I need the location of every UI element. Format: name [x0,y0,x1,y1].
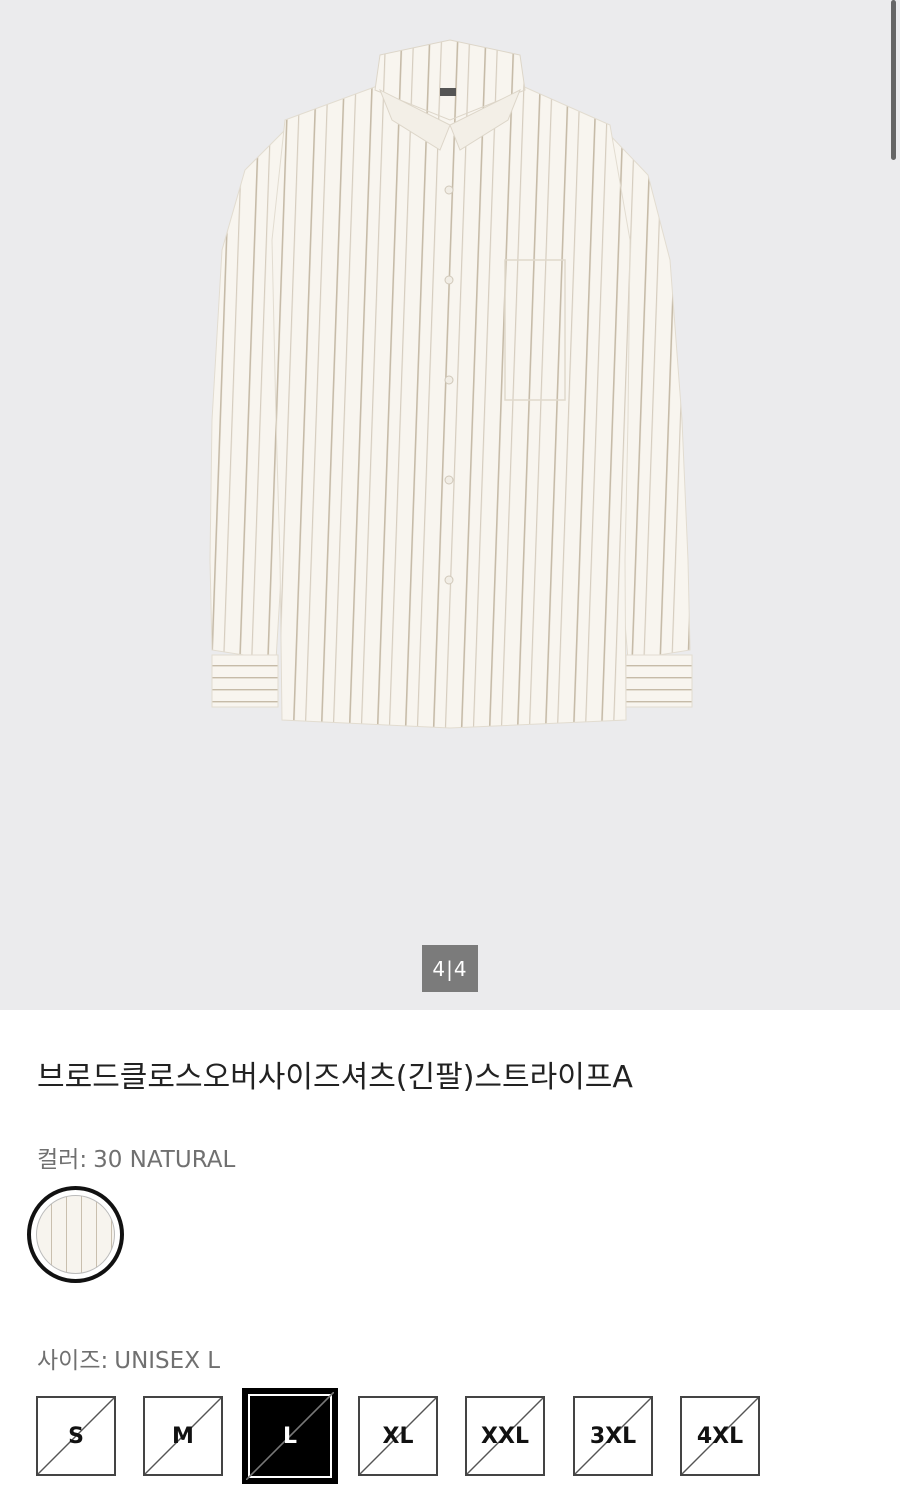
size-button-xxl[interactable]: XXL [465,1396,545,1476]
product-title: 브로드클로스오버사이즈셔츠(긴팔)스트라이프A [37,1060,633,1095]
size-button-l[interactable]: L [242,1388,338,1484]
size-button-label: 4XL [696,1423,744,1449]
size-label: 사이즈: UNISEX L [37,1341,220,1375]
product-image-shirt[interactable] [0,0,900,1010]
color-swatch-natural[interactable] [27,1186,124,1283]
size-selector [0,1390,900,1480]
color-swatch-image [36,1195,115,1274]
color-value: 30 NATURAL [93,1147,236,1173]
size-button-3xl[interactable]: 3XL [573,1396,653,1476]
color-label-text: 컬러: [37,1147,88,1173]
image-page-indicator: 4|4 [422,945,478,992]
size-button-xl[interactable]: XL [358,1396,438,1476]
size-label-text: 사이즈: [37,1348,109,1374]
size-button-label: S [68,1423,84,1449]
size-button-label: XXL [481,1423,529,1449]
size-button-4xl[interactable]: 4XL [680,1396,760,1476]
size-button-m[interactable]: M [143,1396,223,1476]
size-value: UNISEX L [114,1348,221,1374]
size-button-label: 3XL [589,1423,637,1449]
size-button-s[interactable]: S [36,1396,116,1476]
gallery-scrollbar[interactable] [891,0,896,160]
color-label: 컬러: 30 NATURAL [37,1140,235,1174]
size-button-label: M [172,1423,194,1449]
product-image-gallery[interactable]: 4|4 [0,0,900,1010]
size-button-label: L [282,1423,298,1449]
size-button-label: XL [382,1423,414,1449]
